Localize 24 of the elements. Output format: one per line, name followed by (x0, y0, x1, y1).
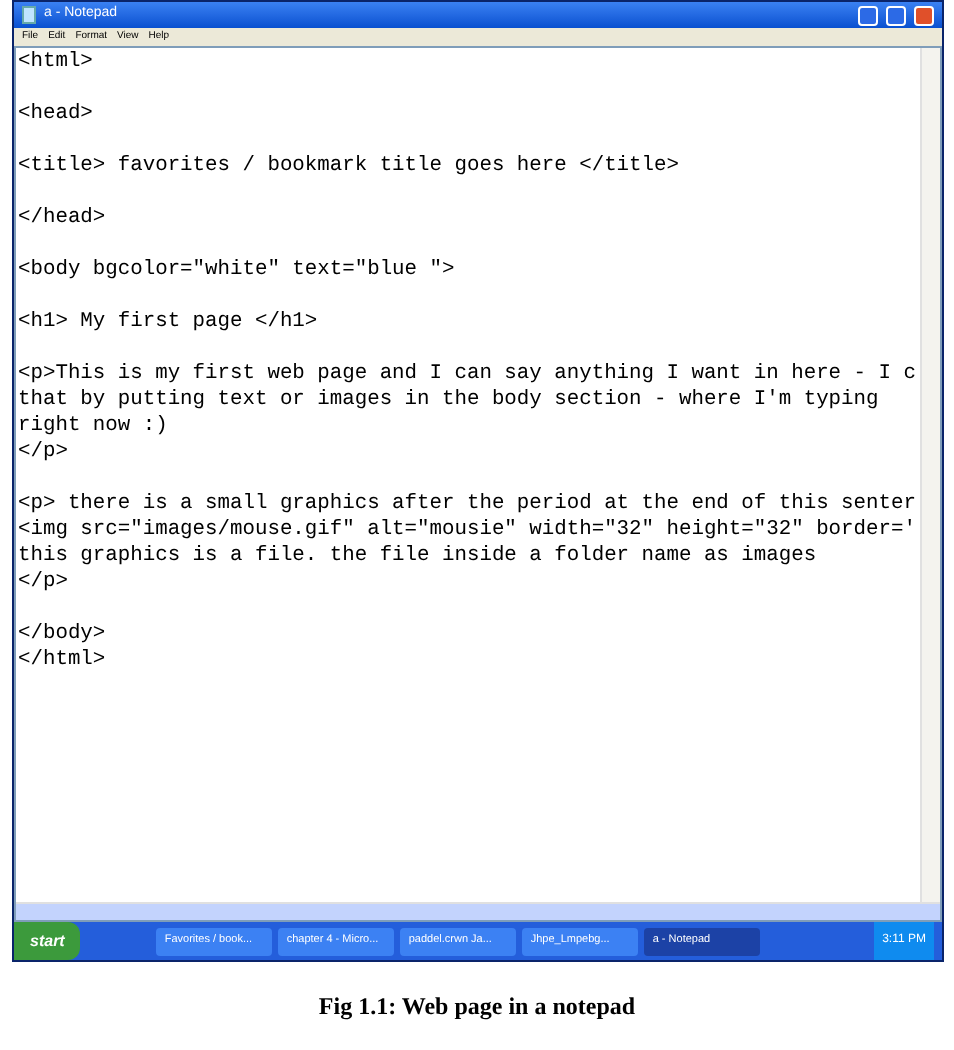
code-line: <html> (18, 50, 93, 76)
start-button[interactable]: start (14, 922, 81, 960)
code-line: <title> favorites / bookmark title goes here </title> (18, 154, 679, 180)
code-line: this graphics is a file. the file inside a folder name as images (18, 544, 817, 570)
code-line: </html> (18, 648, 106, 674)
minimize-button[interactable] (858, 5, 878, 25)
close-button[interactable] (914, 5, 934, 25)
code-line: that by putting text or images in the body section - where I'm typing (18, 388, 879, 414)
code-line: </p> (18, 440, 68, 466)
horizontal-scrollbar[interactable] (16, 902, 940, 920)
code-line: <img src="images/mouse.gif" alt="mousie" width="32" height="32" border=' (18, 518, 916, 544)
code-line: right now :) (18, 414, 168, 440)
code-line: <body bgcolor="white" text="blue "> (18, 258, 455, 284)
maximize-button[interactable] (886, 5, 906, 25)
code-line: </head> (18, 206, 106, 232)
code-line: <p> there is a small graphics after the period at the end of this senter (18, 492, 916, 518)
code-line: </body> (18, 622, 106, 648)
code-line: <p>This is my first web page and I can say anything I want in here - I c (18, 362, 916, 388)
notepad-icon (22, 6, 36, 24)
vertical-scrollbar[interactable] (920, 48, 940, 902)
code-line: <head> (18, 102, 93, 128)
code-line: <h1> My first page </h1> (18, 310, 318, 336)
figure-caption: Fig 1.1: Web page in a notepad (318, 990, 636, 1024)
code-line: </p> (18, 570, 68, 596)
